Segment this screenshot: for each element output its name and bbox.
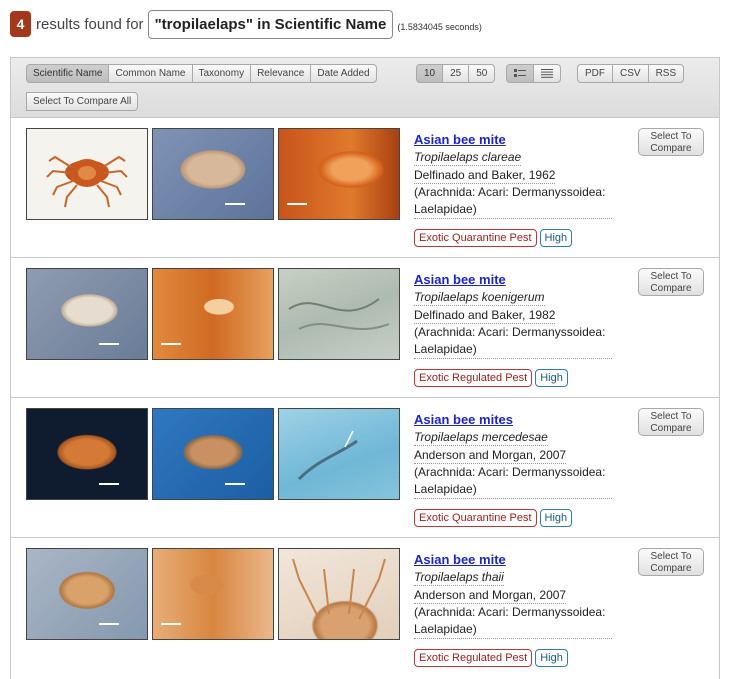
scientific-name: Tropilaelaps koenigerum [414, 290, 545, 306]
authority: Anderson and Morgan, 2007 [414, 448, 567, 464]
view-toggle-group [506, 64, 561, 83]
sort-date-added-button[interactable]: Date Added [310, 64, 377, 83]
page-size-25-button[interactable]: 25 [442, 64, 470, 83]
specimen-image[interactable] [26, 408, 148, 500]
authority: Delfinado and Baker, 1962 [414, 168, 556, 184]
mite-legs-illustration [292, 558, 386, 620]
export-pdf-button[interactable]: PDF [577, 64, 613, 83]
grid-view-button[interactable] [506, 64, 534, 83]
specimen-image[interactable] [26, 128, 148, 220]
results-list: Asian bee mite Tropilaelaps clareae Delf… [10, 117, 720, 679]
results-toolbar: Scientific Name Common Name Taxonomy Rel… [10, 57, 720, 117]
risk-level-badge[interactable]: High [539, 509, 573, 527]
specimen-image[interactable] [152, 128, 274, 220]
specimen-image[interactable] [152, 268, 274, 360]
specimen-image[interactable] [278, 408, 400, 500]
taxonomy: (Arachnida: Acari: Dermanyssoidea: Laela… [414, 184, 612, 219]
pest-status-badge[interactable]: Exotic Quarantine Pest [414, 229, 537, 247]
taxonomy: (Arachnida: Acari: Dermanyssoidea: Laela… [414, 604, 612, 639]
risk-level-badge[interactable]: High [535, 649, 568, 667]
result-info: Asian bee mite Tropilaelaps koenigerum D… [414, 271, 614, 387]
mite-illustration [46, 155, 128, 208]
search-timing: (1.5834045 seconds) [397, 22, 482, 32]
sort-scientific-name-button[interactable]: Scientific Name [26, 64, 110, 83]
result-info: Asian bee mite Tropilaelaps thaii Anders… [414, 551, 614, 667]
risk-level-badge[interactable]: High [539, 229, 573, 247]
export-csv-button[interactable]: CSV [612, 64, 649, 83]
tooth-illustration [297, 430, 358, 481]
specimen-image[interactable] [152, 548, 274, 640]
page-size-group: 10 25 50 [416, 64, 496, 83]
scientific-name: Tropilaelaps thaii [414, 570, 504, 586]
scientific-name: Tropilaelaps mercedesae [414, 430, 548, 446]
select-to-compare-button[interactable]: Select To Compare [638, 548, 704, 576]
result-item: Asian bee mites Tropilaelaps mercedesae … [11, 397, 719, 537]
page-size-50-button[interactable]: 50 [468, 64, 496, 83]
common-name-link[interactable]: Asian bee mites [414, 411, 614, 428]
taxonomy: (Arachnida: Acari: Dermanyssoidea: Laela… [414, 324, 612, 359]
result-item: Asian bee mite Tropilaelaps thaii Anders… [11, 537, 719, 677]
authority: Delfinado and Baker, 1982 [414, 308, 556, 324]
result-item: Asian bee mite Tropilaelaps clareae Delf… [11, 117, 719, 257]
pest-status-badge[interactable]: Exotic Regulated Pest [414, 369, 533, 387]
common-name-link[interactable]: Asian bee mite [414, 551, 614, 568]
list-view-icon [541, 68, 553, 78]
results-found-text: results found for [36, 15, 144, 33]
export-button-group: PDF CSV RSS [577, 64, 685, 83]
select-compare-all-button[interactable]: Select To Compare All [26, 92, 139, 111]
sort-relevance-button[interactable]: Relevance [250, 64, 312, 83]
select-to-compare-button[interactable]: Select To Compare [638, 268, 704, 296]
compare-all-group: Select To Compare All [26, 92, 139, 111]
authority: Anderson and Morgan, 2007 [414, 588, 567, 604]
result-item: Asian bee mite Tropilaelaps koenigerum D… [11, 257, 719, 397]
specimen-image[interactable] [278, 548, 400, 640]
result-info: Asian bee mites Tropilaelaps mercedesae … [414, 411, 614, 527]
specimen-image[interactable] [278, 128, 400, 220]
pest-status-badge[interactable]: Exotic Regulated Pest [414, 649, 533, 667]
specimen-image[interactable] [152, 408, 274, 500]
results-header: 4 results found for "tropilaelaps" in Sc… [10, 9, 482, 39]
select-to-compare-button[interactable]: Select To Compare [638, 128, 704, 156]
list-view-button[interactable] [533, 64, 561, 83]
grid-view-icon [514, 68, 526, 77]
result-info: Asian bee mite Tropilaelaps clareae Delf… [414, 131, 614, 247]
sort-common-name-button[interactable]: Common Name [108, 64, 193, 83]
risk-level-badge[interactable]: High [535, 369, 568, 387]
pest-status-badge[interactable]: Exotic Quarantine Pest [414, 509, 537, 527]
sort-taxonomy-button[interactable]: Taxonomy [191, 64, 252, 83]
seta-illustration [288, 298, 390, 330]
search-query: "tropilaelaps" in Scientific Name [147, 9, 394, 39]
common-name-link[interactable]: Asian bee mite [414, 271, 614, 288]
rss-feed-button[interactable]: RSS [647, 64, 685, 83]
taxonomy: (Arachnida: Acari: Dermanyssoidea: Laela… [414, 464, 612, 499]
select-to-compare-button[interactable]: Select To Compare [638, 408, 704, 436]
common-name-link[interactable]: Asian bee mite [414, 131, 614, 148]
specimen-image[interactable] [278, 268, 400, 360]
page-size-10-button[interactable]: 10 [416, 64, 444, 83]
sort-button-group: Scientific Name Common Name Taxonomy Rel… [26, 64, 377, 83]
result-count-badge: 4 [10, 11, 31, 37]
scientific-name: Tropilaelaps clareae [414, 150, 522, 166]
specimen-image[interactable] [26, 268, 148, 360]
specimen-image[interactable] [26, 548, 148, 640]
